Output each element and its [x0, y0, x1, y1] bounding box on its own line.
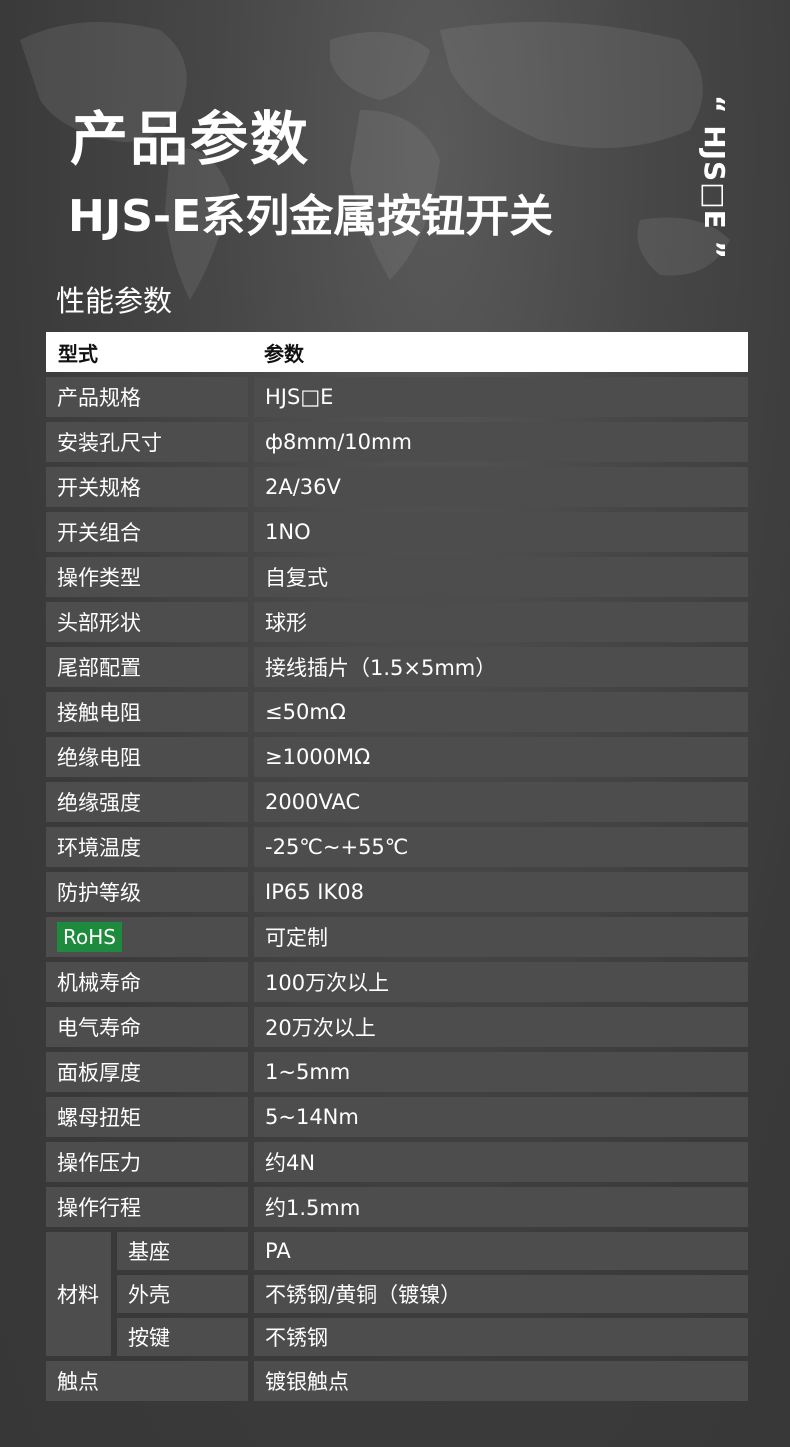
spec-key: 操作行程 [46, 1187, 248, 1227]
table-header-params: 参数 [264, 341, 304, 366]
material-group: 材料 基座 PA 外壳 不锈钢/黄铜（镀镍） 按键 不锈钢 [46, 1232, 748, 1356]
spec-key: 螺母扭矩 [46, 1097, 248, 1137]
spec-key: 绝缘强度 [46, 782, 248, 822]
table-header-row: 型式 参数 [46, 332, 748, 372]
spec-key: RoHS [46, 917, 248, 957]
material-value: 不锈钢/黄铜（镀镍） [254, 1275, 748, 1313]
table-row: 开关规格 2A/36V [46, 467, 748, 507]
table-row: 操作压力 约4N [46, 1142, 748, 1182]
table-header-type: 型式 [58, 341, 98, 366]
spec-key: 操作压力 [46, 1142, 248, 1182]
table-row: 操作类型 自复式 [46, 557, 748, 597]
table-row: 机械寿命 100万次以上 [46, 962, 748, 1002]
spec-value: 2A/36V [254, 467, 748, 507]
spec-key: 防护等级 [46, 872, 248, 912]
table-row: 触点 镀银触点 [46, 1361, 748, 1401]
spec-key: 头部形状 [46, 602, 248, 642]
spec-value: 约4N [254, 1142, 748, 1182]
spec-value: 自复式 [254, 557, 748, 597]
table-row: 绝缘强度 2000VAC [46, 782, 748, 822]
spec-value: 球形 [254, 602, 748, 642]
spec-value: 1NO [254, 512, 748, 552]
spec-value: 2000VAC [254, 782, 748, 822]
material-key: 外壳 [117, 1275, 248, 1313]
spec-value: 可定制 [254, 917, 748, 957]
table-row: 尾部配置 接线插片（1.5×5mm） [46, 647, 748, 687]
table-row: 面板厚度 1~5mm [46, 1052, 748, 1092]
page: 产品参数 HJS-E系列金属按钮开关 “ HJS□E ” 性能参数 型式 参数 … [0, 0, 790, 1447]
table-row: 绝缘电阻 ≥1000MΩ [46, 737, 748, 777]
table-row: 接触电阻 ≤50mΩ [46, 692, 748, 732]
table-row: 环境温度 -25℃~+55℃ [46, 827, 748, 867]
spec-key: 开关组合 [46, 512, 248, 552]
section-title: 性能参数 [56, 284, 173, 318]
material-value: PA [254, 1232, 748, 1270]
table-row: 基座 PA [117, 1232, 748, 1270]
spec-value: 约1.5mm [254, 1187, 748, 1227]
spec-key: 接触电阻 [46, 692, 248, 732]
spec-key: 触点 [46, 1361, 248, 1401]
spec-key: 操作类型 [46, 557, 248, 597]
spec-value: 1~5mm [254, 1052, 748, 1092]
table-row: RoHS 可定制 [46, 917, 748, 957]
spec-key: 电气寿命 [46, 1007, 248, 1047]
spec-key: 绝缘电阻 [46, 737, 248, 777]
spec-value: -25℃~+55℃ [254, 827, 748, 867]
material-label: 材料 [46, 1232, 111, 1356]
table-row: 安装孔尺寸 ф8mm/10mm [46, 422, 748, 462]
rohs-badge: RoHS [57, 922, 122, 952]
table-row: 操作行程 约1.5mm [46, 1187, 748, 1227]
spec-value: 镀银触点 [254, 1361, 748, 1401]
spec-value: 5~14Nm [254, 1097, 748, 1137]
material-key: 基座 [117, 1232, 248, 1270]
table-row: 螺母扭矩 5~14Nm [46, 1097, 748, 1137]
material-key: 按键 [117, 1318, 248, 1356]
material-value: 不锈钢 [254, 1318, 748, 1356]
spec-key: 安装孔尺寸 [46, 422, 248, 462]
table-row: 电气寿命 20万次以上 [46, 1007, 748, 1047]
spec-key: 面板厚度 [46, 1052, 248, 1092]
spec-value: HJS□E [254, 377, 748, 417]
page-title: 产品参数 [70, 105, 311, 173]
table-row: 按键 不锈钢 [117, 1318, 748, 1356]
spec-table: 型式 参数 产品规格 HJS□E 安装孔尺寸 ф8mm/10mm 开关规格 2A/36V 开… [46, 332, 748, 1401]
table-row: 外壳 不锈钢/黄铜（镀镍） [117, 1275, 748, 1313]
spec-value: 20万次以上 [254, 1007, 748, 1047]
spec-key: 产品规格 [46, 377, 248, 417]
spec-value: IP65 IK08 [254, 872, 748, 912]
product-series-title: HJS-E系列金属按钮开关 [68, 191, 554, 242]
table-row: 头部形状 球形 [46, 602, 748, 642]
spec-value: 100万次以上 [254, 962, 748, 1002]
vertical-model-label: “ HJS□E ” [690, 92, 738, 262]
spec-key: 开关规格 [46, 467, 248, 507]
spec-value: ф8mm/10mm [254, 422, 748, 462]
table-row: 产品规格 HJS□E [46, 377, 748, 417]
spec-key: 尾部配置 [46, 647, 248, 687]
spec-key: 环境温度 [46, 827, 248, 867]
spec-value: 接线插片（1.5×5mm） [254, 647, 748, 687]
vertical-model-text: “ HJS□E ” [697, 94, 731, 260]
spec-value: ≥1000MΩ [254, 737, 748, 777]
spec-key: 机械寿命 [46, 962, 248, 1002]
table-row: 防护等级 IP65 IK08 [46, 872, 748, 912]
spec-value: ≤50mΩ [254, 692, 748, 732]
table-row: 开关组合 1NO [46, 512, 748, 552]
